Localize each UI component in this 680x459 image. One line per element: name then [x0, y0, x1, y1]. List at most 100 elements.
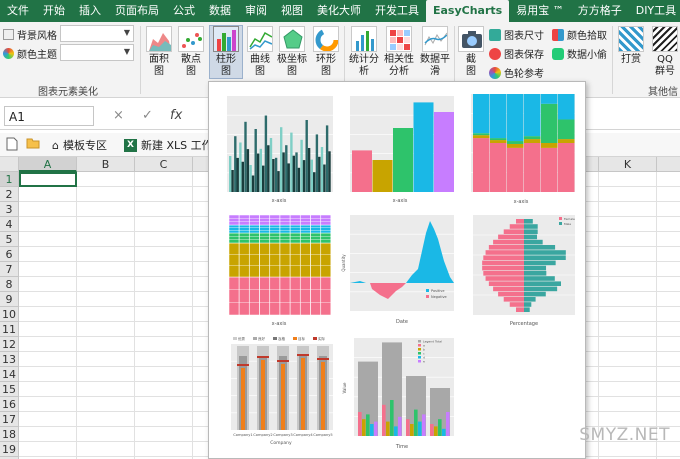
- scatter-chart-button[interactable]: 散点图: [176, 26, 206, 78]
- column-header-B[interactable]: B: [77, 157, 135, 172]
- qq-icon: [652, 26, 678, 52]
- mosaic-cell: [238, 276, 250, 316]
- screenshot-button[interactable]: 截图: [457, 26, 485, 78]
- stats-analysis-button[interactable]: 统计分析: [347, 26, 381, 78]
- new-file-icon[interactable]: [6, 137, 18, 154]
- tab-0[interactable]: 文件: [0, 0, 36, 22]
- row-header-11[interactable]: 11: [0, 322, 19, 337]
- row-header-7[interactable]: 7: [0, 262, 19, 277]
- bar-mark: [413, 102, 434, 192]
- area-chart-icon: [146, 26, 172, 52]
- row-header-13[interactable]: 13: [0, 352, 19, 367]
- row-header-1[interactable]: 1: [0, 172, 19, 187]
- ring-chart-button[interactable]: 环形图: [311, 26, 341, 78]
- population-pyramid-thumb[interactable]: Female Male Percentage: [461, 211, 579, 329]
- correlation-button[interactable]: 相关性 分析: [382, 26, 416, 78]
- function-icon[interactable]: fx: [170, 108, 182, 123]
- bar-mark: [302, 160, 306, 192]
- row-header-2[interactable]: 2: [0, 187, 19, 202]
- bg-style-row: 背景风格: [3, 27, 57, 42]
- tab-2[interactable]: 插入: [72, 0, 108, 22]
- select-all-corner[interactable]: [0, 157, 19, 172]
- tab-4[interactable]: 公式: [166, 0, 202, 22]
- row-header-4[interactable]: 4: [0, 217, 19, 232]
- row-header-5[interactable]: 5: [0, 232, 19, 247]
- bg-style-combo[interactable]: ▼: [60, 25, 134, 42]
- curve-chart-button[interactable]: 曲线图: [245, 26, 275, 78]
- row-header-15[interactable]: 15: [0, 382, 19, 397]
- bar-mark: [305, 120, 308, 192]
- color-bar-thumb[interactable]: x-axis: [340, 90, 458, 208]
- scatter-chart-label-2: 图: [186, 66, 196, 77]
- color-wheel-button[interactable]: 色轮参考: [489, 65, 544, 80]
- qq-group-button[interactable]: QQ 群号: [650, 26, 680, 78]
- data-smooth-button[interactable]: 数据平滑: [418, 26, 452, 78]
- row-header-8[interactable]: 8: [0, 277, 19, 292]
- row-header-12[interactable]: 12: [0, 337, 19, 352]
- active-cell[interactable]: [19, 172, 77, 187]
- legend-label: Male: [564, 222, 571, 226]
- area-chart-button[interactable]: 面积图: [144, 26, 174, 78]
- female-bar: [509, 302, 524, 307]
- row-header-6[interactable]: 6: [0, 247, 19, 262]
- tab-7[interactable]: 视图: [274, 0, 310, 22]
- name-box[interactable]: A1: [4, 106, 94, 126]
- column-header-K[interactable]: K: [599, 157, 657, 172]
- tab-1[interactable]: 开始: [36, 0, 72, 22]
- bar-mark: [256, 153, 260, 192]
- reward-button[interactable]: 打赏: [617, 26, 645, 66]
- polar-chart-button[interactable]: 极坐标图: [276, 26, 308, 78]
- row-header-19[interactable]: 19: [0, 442, 19, 457]
- tab-12[interactable]: 方方格子: [571, 0, 629, 22]
- teal-bar-thumb[interactable]: x-axis: [219, 90, 337, 208]
- bar-mark: [234, 136, 237, 192]
- gray-grouped-bar-thumb[interactable]: Legend Total a b c d e Time Value: [340, 334, 458, 452]
- category-label: Company1: [233, 433, 252, 437]
- mosaic-cell: [300, 224, 311, 234]
- chart-save-button[interactable]: 图表保存: [489, 46, 544, 61]
- sub-bar: [430, 424, 434, 436]
- bar-chart-button[interactable]: 柱形图: [209, 25, 243, 79]
- column-header-C[interactable]: C: [135, 157, 193, 172]
- confirm-icon[interactable]: ✓: [142, 108, 153, 123]
- legend-label: Female: [564, 217, 575, 221]
- bar-mark: [328, 151, 331, 192]
- mosaic-thumb[interactable]: x-axis: [219, 211, 337, 329]
- tab-13[interactable]: DIY工具: [629, 0, 680, 22]
- data-thief-button[interactable]: 数据小偷: [552, 46, 607, 61]
- row-header-9[interactable]: 9: [0, 292, 19, 307]
- tab-8[interactable]: 美化大师: [310, 0, 368, 22]
- row-header-18[interactable]: 18: [0, 427, 19, 442]
- row-header-14[interactable]: 14: [0, 367, 19, 382]
- folder-icon[interactable]: [26, 137, 40, 152]
- qr-code-icon: [618, 26, 644, 52]
- scatter-chart-label: 散点: [181, 54, 201, 65]
- save-icon: [489, 47, 501, 60]
- actual-bar: [261, 360, 265, 430]
- bar-mark: [231, 170, 234, 192]
- diverging-area-thumb[interactable]: Positive Negative Date Quantity: [340, 211, 458, 329]
- chart-size-button[interactable]: 图表尺寸: [489, 27, 544, 42]
- bar-mark: [280, 127, 283, 192]
- mosaic-cell: [259, 242, 270, 278]
- tab-11[interactable]: 易用宝 ™: [509, 0, 571, 22]
- stacked-percent-thumb[interactable]: x-axis: [461, 90, 579, 208]
- column-header-L[interactable]: L: [657, 157, 680, 172]
- color-picker-button[interactable]: 颜色拾取: [552, 27, 607, 42]
- correlation-label: 相关性: [384, 54, 414, 65]
- row-header-17[interactable]: 17: [0, 412, 19, 427]
- tab-10[interactable]: EasyCharts: [426, 0, 510, 22]
- template-tab[interactable]: ⌂ 模板专区: [52, 137, 107, 153]
- row-header-10[interactable]: 10: [0, 307, 19, 322]
- row-header-16[interactable]: 16: [0, 397, 19, 412]
- column-header-A[interactable]: A: [19, 157, 77, 172]
- row-header-3[interactable]: 3: [0, 202, 19, 217]
- tab-9[interactable]: 开发工具: [368, 0, 426, 22]
- cancel-icon[interactable]: ×: [113, 108, 124, 123]
- color-theme-combo[interactable]: ▼: [60, 44, 134, 61]
- tab-5[interactable]: 数据: [202, 0, 238, 22]
- tab-3[interactable]: 页面布局: [108, 0, 166, 22]
- tab-6[interactable]: 审阅: [238, 0, 274, 22]
- mosaic-cell: [310, 214, 321, 226]
- bullet-thumb[interactable]: 优秀 良好 及格 目标 实际 Company1 Company2 Company3 Compan…: [219, 334, 337, 452]
